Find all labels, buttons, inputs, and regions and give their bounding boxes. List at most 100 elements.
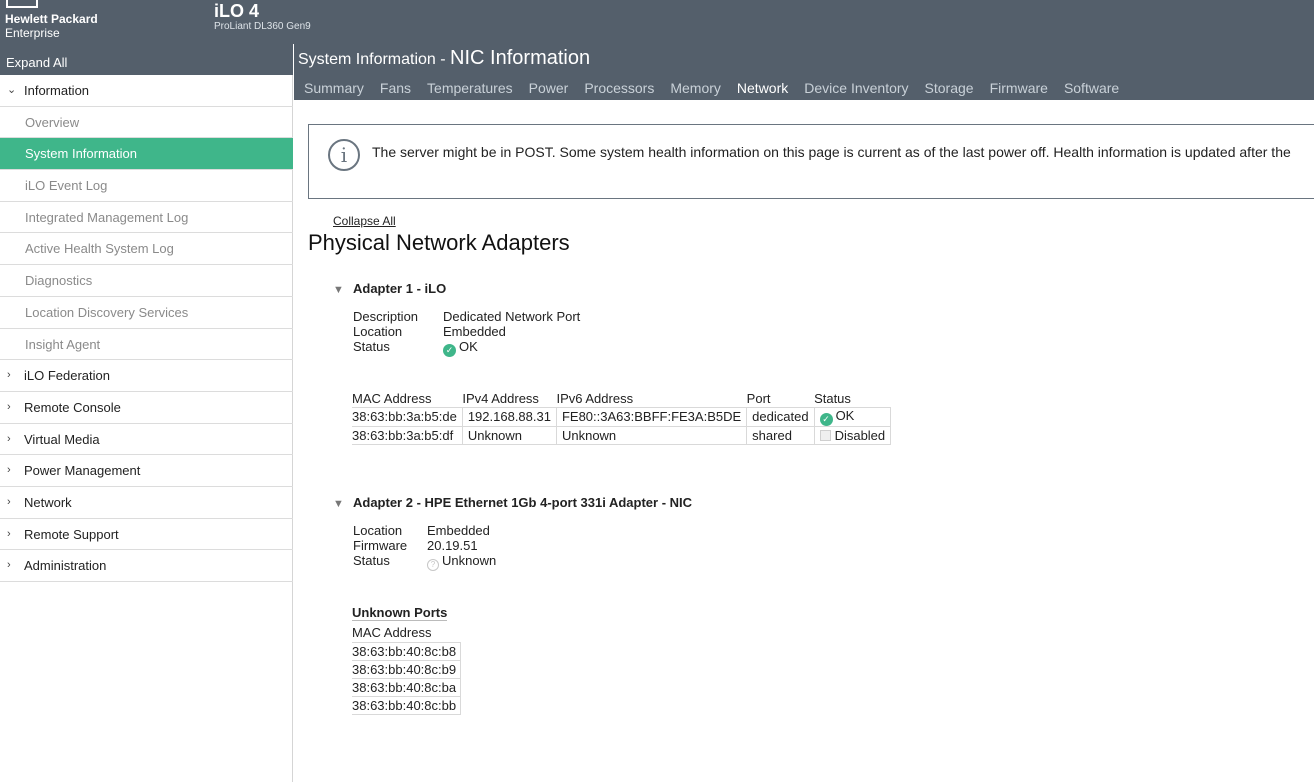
port-cell: shared: [746, 426, 815, 445]
sidebar-item-remote-support[interactable]: › Remote Support: [0, 519, 293, 551]
tab-summary[interactable]: Summary: [304, 79, 364, 97]
detail-key: Description: [353, 309, 419, 324]
sidebar-item-diagnostics[interactable]: Diagnostics: [0, 265, 293, 297]
adapter-1-toggle[interactable]: ▼ Adapter 1 - iLO: [333, 281, 446, 296]
port-cell: dedicated: [746, 407, 815, 427]
main-content: System Information - NIC Information Sum…: [294, 44, 1314, 782]
brand-line-2: Enterprise: [5, 26, 60, 40]
adapter-2-title: Adapter 2 - HPE Ethernet 1Gb 4-port 331i…: [353, 495, 693, 510]
chevron-down-icon: ⌄: [7, 84, 17, 96]
sidebar-item-location-discovery-services[interactable]: Location Discovery Services: [0, 297, 293, 329]
chevron-right-icon: ›: [7, 369, 11, 382]
sidebar-item-label: Overview: [25, 114, 80, 130]
detail-key: Firmware: [353, 538, 408, 553]
sidebar-item-power-management[interactable]: › Power Management: [0, 455, 293, 487]
sidebar-item-integrated-management-log[interactable]: Integrated Management Log: [0, 202, 293, 234]
sidebar-item-information[interactable]: ⌄ Information: [0, 75, 293, 107]
chevron-right-icon: ›: [7, 432, 11, 445]
tab-memory[interactable]: Memory: [670, 79, 721, 97]
ipv6-cell: Unknown: [555, 426, 748, 445]
detail-value: OK: [459, 339, 478, 354]
sidebar-item-ilo-federation[interactable]: › iLO Federation: [0, 360, 293, 392]
expand-all-button[interactable]: Expand All: [0, 44, 293, 75]
status-cell: ✓ OK: [813, 407, 892, 427]
chevron-right-icon: ›: [7, 495, 11, 508]
status-ok: ✓ OK: [443, 339, 478, 357]
adapter-1-details: Description Dedicated Network Port Locat…: [353, 309, 653, 357]
adapter-2-details: Location Embedded Firmware 20.19.51 Stat…: [353, 523, 653, 571]
page-title: System Information - NIC Information: [298, 47, 590, 70]
info-icon: i: [328, 139, 360, 171]
tab-device-inventory[interactable]: Device Inventory: [804, 79, 908, 97]
hpe-logo-icon: [6, 0, 38, 8]
tab-fans[interactable]: Fans: [380, 79, 411, 97]
status-text: OK: [835, 408, 855, 423]
sidebar-item-active-health-system-log[interactable]: Active Health System Log: [0, 233, 293, 266]
detail-key: Status: [353, 339, 390, 354]
sidebar-item-insight-agent[interactable]: Insight Agent: [0, 329, 293, 361]
detail-key: Location: [353, 523, 403, 538]
brand-line-1: Hewlett Packard: [5, 12, 98, 26]
sidebar-item-label: Network: [24, 494, 72, 510]
sidebar-item-network[interactable]: › Network: [0, 487, 293, 519]
tab-storage[interactable]: Storage: [925, 79, 974, 97]
check-circle-icon: ✓: [819, 413, 833, 426]
status-cell: Disabled: [813, 426, 892, 445]
status-text: Disabled: [834, 427, 886, 443]
mac-cell: 38:63:bb:40:8c:bb: [352, 696, 462, 715]
sidebar-item-overview[interactable]: Overview: [0, 107, 293, 139]
table-row: 38:63:bb:3a:b5:df Unknown Unknown shared…: [352, 426, 892, 445]
tab-network[interactable]: Network: [737, 79, 788, 97]
ipv4-cell: 192.168.88.31: [461, 407, 557, 427]
unknown-ports-table: MAC Address 38:63:bb:40:8c:b8 38:63:bb:4…: [352, 624, 462, 715]
unknown-ports-title: Unknown Ports: [352, 605, 448, 621]
tab-software[interactable]: Software: [1064, 79, 1119, 97]
table-row: 38:63:bb:3a:b5:de 192.168.88.31 FE80::3A…: [352, 407, 892, 427]
tab-temperatures[interactable]: Temperatures: [427, 79, 513, 97]
column-header: MAC Address: [352, 625, 432, 640]
tab-power[interactable]: Power: [529, 79, 569, 97]
tab-processors[interactable]: Processors: [584, 79, 654, 97]
top-header: Hewlett Packard Enterprise iLO 4 ProLian…: [0, 0, 1314, 44]
table-row: 38:63:bb:40:8c:bb: [352, 696, 462, 715]
detail-value: Embedded: [443, 324, 506, 339]
table-row: 38:63:bb:40:8c:b9: [352, 660, 462, 679]
column-header: IPv4 Address: [462, 391, 539, 406]
column-header: MAC Address: [352, 391, 432, 406]
tab-firmware[interactable]: Firmware: [990, 79, 1048, 97]
collapse-all-link[interactable]: Collapse All: [333, 214, 396, 228]
product-name: iLO 4: [214, 1, 260, 21]
server-model: ProLiant DL360 Gen9: [214, 21, 311, 32]
adapter-2-toggle[interactable]: ▼ Adapter 2 - HPE Ethernet 1Gb 4-port 331…: [333, 495, 693, 510]
sidebar-item-administration[interactable]: › Administration: [0, 550, 293, 582]
sidebar-item-label: iLO Event Log: [25, 178, 108, 194]
sidebar-item-ilo-event-log[interactable]: iLO Event Log: [0, 170, 293, 202]
ipv4-cell: Unknown: [461, 426, 557, 445]
section-heading: Physical Network Adapters: [308, 230, 570, 255]
sidebar-item-label: Administration: [24, 558, 107, 574]
alert-message: The server might be in POST. Some system…: [372, 144, 1291, 160]
sidebar-item-system-information[interactable]: System Information: [0, 138, 293, 171]
hpe-logo[interactable]: Hewlett Packard Enterprise: [5, 0, 195, 44]
mac-cell: 38:63:bb:3a:b5:de: [352, 407, 463, 427]
chevron-right-icon: ›: [7, 400, 11, 413]
table-row: 38:63:bb:40:8c:b8: [352, 642, 462, 661]
post-alert-banner: i The server might be in POST. Some syst…: [308, 124, 1314, 199]
sidebar-item-label: Information: [24, 83, 90, 98]
sidebar-item-label: System Information: [25, 146, 137, 162]
mac-cell: 38:63:bb:3a:b5:df: [352, 426, 463, 445]
question-circle-icon: ?: [427, 559, 439, 571]
sidebar-item-label: Location Discovery Services: [25, 304, 189, 320]
sidebar-item-virtual-media[interactable]: › Virtual Media: [0, 424, 293, 456]
chevron-right-icon: ›: [7, 464, 11, 477]
disabled-icon: [819, 429, 831, 441]
column-header: Status: [814, 391, 851, 406]
sidebar-item-label: Power Management: [24, 463, 141, 479]
sidebar-item-remote-console[interactable]: › Remote Console: [0, 392, 293, 424]
mac-cell: 38:63:bb:40:8c:b8: [352, 642, 462, 661]
page-title-main: NIC Information: [450, 47, 591, 69]
sidebar-item-label: Integrated Management Log: [25, 209, 189, 225]
detail-value: Dedicated Network Port: [443, 309, 581, 324]
sidebar-item-label: Active Health System Log: [25, 241, 174, 257]
detail-key: Status: [353, 553, 390, 568]
